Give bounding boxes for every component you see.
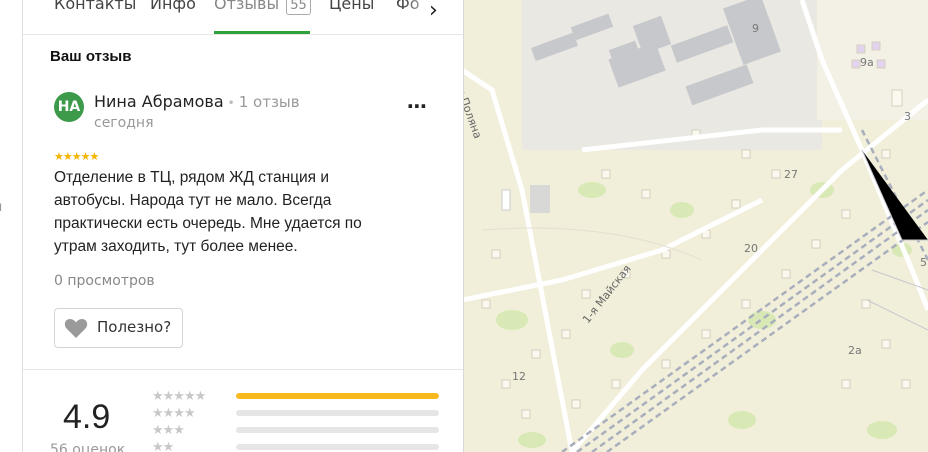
author-name[interactable]: Нина Абрамова [94, 92, 224, 111]
house-number: 5 [920, 256, 927, 269]
section-title: Ваш отзыв [50, 48, 132, 65]
review-author: Нина Абрамова • 1 отзыв [94, 92, 300, 111]
separator-dot: • [227, 96, 235, 110]
house-number: 9а [860, 56, 874, 69]
ratings-count: 56 оценок [50, 442, 126, 452]
distribution-bar-fill [236, 393, 439, 399]
organization-panel: Контакты Инфо Отзывы 55 Цены Фо › Ваш от… [22, 0, 464, 452]
distribution-stars: ★★★★★ [152, 389, 206, 404]
house-number: 2а [848, 344, 862, 357]
distribution-stars: ★★★★ [152, 406, 196, 421]
house-number: 20 [744, 242, 758, 255]
tab-bar: Контакты Инфо Отзывы 55 Цены Фо › [23, 0, 463, 35]
parks [496, 182, 912, 448]
star-icon: ★ [89, 150, 100, 163]
distribution-bar [236, 393, 439, 399]
star-icon: ★ [80, 150, 91, 163]
map[interactable]: 1-я Майская ая Поляна 9 9а 3 27 20 5 2а … [462, 0, 928, 452]
star-icon: ★ [54, 150, 64, 163]
distribution-bar [236, 410, 439, 416]
tab-contacts[interactable]: Контакты [54, 0, 136, 13]
useful-button[interactable]: Полезно? [54, 308, 183, 348]
divider [23, 369, 463, 370]
building [530, 185, 550, 213]
distribution-stars: ★★ [152, 440, 174, 452]
distribution-bar [236, 427, 439, 433]
tab-info[interactable]: Инфо [150, 0, 196, 13]
review-views: 0 просмотров [54, 273, 155, 289]
more-options-icon[interactable]: ⋯ [407, 94, 428, 118]
tab-reviews[interactable]: Отзывы 55 [214, 0, 311, 15]
useful-label: Полезно? [97, 318, 172, 336]
distribution-stars: ★★★ [152, 423, 185, 438]
building [501, 189, 511, 211]
star-icon: ★ [71, 150, 82, 163]
review-rating-stars: ★★★★★ [54, 150, 100, 163]
chevron-right-icon[interactable]: › [429, 0, 438, 23]
tab-prices[interactable]: Цены [329, 0, 374, 13]
distribution-bar [236, 444, 439, 450]
sidebar-fragment: ы [0, 200, 2, 215]
average-rating: 4.9 [63, 398, 111, 436]
tab-reviews-label: Отзывы [214, 0, 280, 13]
active-tab-indicator [214, 31, 310, 34]
review-text: Отделение в ТЦ, рядом ЖД станция и автоб… [54, 169, 362, 255]
house-number: 3 [904, 110, 911, 123]
heart-icon [64, 319, 88, 338]
star-icon: ★ [62, 150, 73, 163]
house-number: 27 [784, 168, 798, 181]
house-number: 9 [752, 22, 759, 35]
avatar[interactable]: НА [54, 92, 84, 122]
map-canvas[interactable] [462, 0, 928, 452]
tab-reviews-count: 55 [286, 0, 311, 15]
left-sidebar-edge: е ы [0, 0, 22, 452]
author-review-count: 1 отзыв [238, 93, 300, 111]
house-number: 12 [512, 370, 526, 383]
review-date: сегодня [94, 115, 154, 131]
